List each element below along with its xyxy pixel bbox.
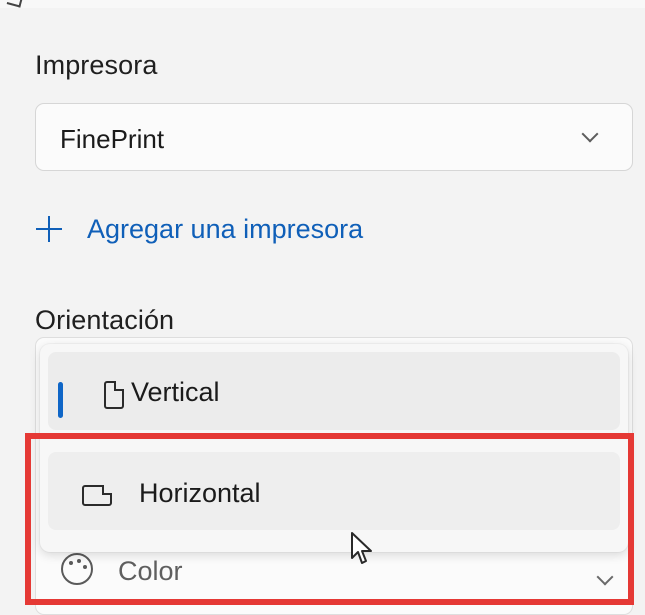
color-select[interactable]: Color bbox=[61, 548, 621, 596]
selected-indicator bbox=[58, 382, 63, 418]
chevron-down-icon bbox=[596, 568, 614, 586]
orientation-dropdown: Vertical Horizontal bbox=[40, 344, 628, 552]
plus-icon bbox=[35, 215, 63, 243]
printer-select[interactable]: FinePrint bbox=[35, 103, 633, 171]
palette-icon bbox=[61, 553, 93, 585]
chevron-down-icon bbox=[581, 125, 599, 143]
printer-label: Impresora bbox=[35, 50, 158, 80]
add-printer-label: Agregar una impresora bbox=[87, 213, 364, 244]
orientation-option-horizontal[interactable]: Horizontal bbox=[48, 452, 620, 530]
top-strip bbox=[0, 0, 645, 8]
orientation-option-label: Horizontal bbox=[139, 478, 261, 508]
orientation-label: Orientación bbox=[35, 305, 175, 335]
orientation-option-label: Vertical bbox=[131, 377, 220, 407]
color-label: Color bbox=[118, 556, 183, 586]
landscape-page-icon bbox=[82, 485, 112, 506]
mouse-pointer-icon bbox=[351, 532, 372, 564]
orientation-option-vertical[interactable]: Vertical bbox=[48, 352, 620, 430]
add-printer-link[interactable]: Agregar una impresora bbox=[35, 207, 363, 251]
partial-top-icon bbox=[6, 0, 24, 8]
portrait-page-icon bbox=[104, 381, 124, 409]
printer-selected-value: FinePrint bbox=[60, 124, 165, 154]
